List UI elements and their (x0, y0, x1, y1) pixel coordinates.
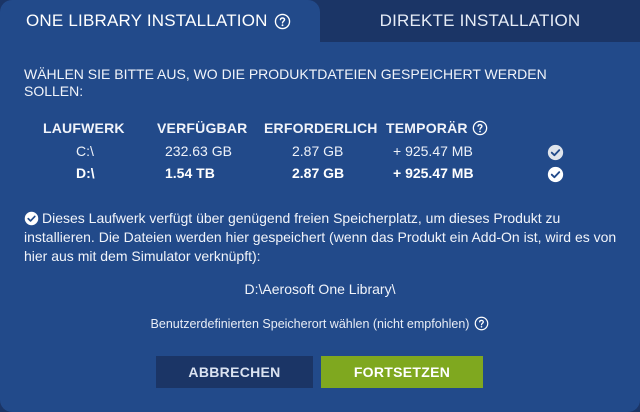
drive-available: 232.63 GB (165, 143, 232, 159)
drive-table-header: LAUFWERK VERFÜGBAR ERFORDERLICH TEMPORÄR (0, 120, 640, 140)
drive-required: 2.87 GB (292, 165, 345, 181)
installation-panel: WÄHLEN SIE BITTE AUS, WO DIE PRODUKTDATE… (0, 42, 640, 412)
check-circle-icon (547, 166, 564, 186)
header-temporary-label: TEMPORÄR (386, 120, 468, 136)
tab-one-library-installation[interactable]: ONE LIBRARY INSTALLATION (0, 0, 320, 42)
tab-label: ONE LIBRARY INSTALLATION (26, 11, 268, 30)
drive-temporary: + 925.47 MB (393, 165, 474, 181)
check-circle-icon (24, 211, 39, 231)
drive-required: 2.87 GB (292, 143, 344, 159)
custom-location-link[interactable]: Benutzerdefinierten Speicherort wählen (… (0, 316, 640, 331)
help-icon[interactable] (474, 316, 489, 331)
installation-tabs: ONE LIBRARY INSTALLATION DIREKTE INSTALL… (0, 0, 640, 42)
continue-button[interactable]: FORTSETZEN (321, 356, 483, 388)
location-prompt: WÄHLEN SIE BITTE AUS, WO DIE PRODUKTDATE… (24, 66, 547, 99)
cancel-button[interactable]: ABBRECHEN (156, 356, 313, 388)
drive-row-d[interactable]: D:\ 1.54 TB 2.87 GB + 925.47 MB (0, 165, 640, 185)
install-path: D:\Aerosoft One Library\ (244, 281, 396, 297)
drive-name: C:\ (76, 143, 94, 159)
custom-location-label: Benutzerdefinierten Speicherort wählen (… (150, 316, 470, 331)
header-available: VERFÜGBAR (157, 120, 248, 136)
tab-label: DIREKTE INSTALLATION (379, 11, 581, 30)
header-required: ERFORDERLICH (264, 120, 378, 136)
drive-row-c[interactable]: C:\ 232.63 GB 2.87 GB + 925.47 MB (0, 143, 640, 163)
space-info-text: Dieses Laufwerk verfügt über genügend fr… (24, 210, 617, 264)
header-temporary: TEMPORÄR (386, 120, 488, 136)
drive-temporary: + 925.47 MB (393, 143, 473, 159)
drive-available: 1.54 TB (165, 165, 215, 181)
drive-name: D:\ (76, 165, 95, 181)
check-circle-icon (547, 144, 564, 164)
help-icon[interactable] (472, 120, 488, 136)
tab-direkte-installation[interactable]: DIREKTE INSTALLATION (320, 0, 640, 42)
header-drive: LAUFWERK (43, 120, 125, 136)
space-info-message: Dieses Laufwerk verfügt über genügend fr… (24, 209, 624, 266)
help-icon[interactable] (274, 13, 291, 30)
